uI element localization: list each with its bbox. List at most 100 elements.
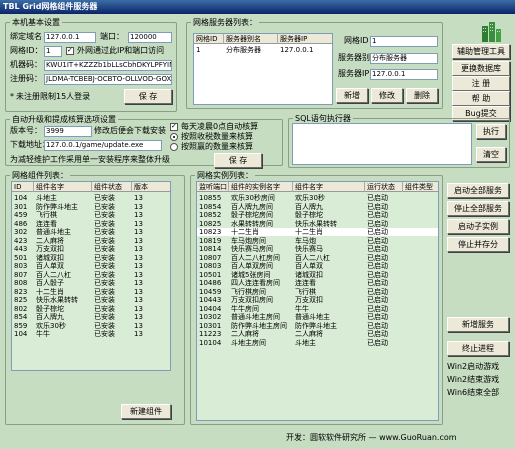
list-item[interactable]: 854 百人牌九 已安装 13 bbox=[12, 313, 170, 321]
end-process-button[interactable]: 终止进程 bbox=[447, 341, 509, 356]
allow-external-checkbox[interactable] bbox=[66, 46, 74, 55]
list-item[interactable]: 807 百人二八杠 已安装 13 bbox=[12, 271, 170, 279]
table-row[interactable]: 10855 欢乐30秒房间 欢乐30秒 已启动 bbox=[197, 194, 438, 202]
list-item[interactable]: 825 快乐水果转转 已安装 13 bbox=[12, 296, 170, 304]
help-button[interactable]: 帮 助 bbox=[452, 91, 510, 106]
win2-start-link[interactable]: Win2启动游戏 bbox=[447, 362, 499, 372]
list-item[interactable]: 803 百人单双 已安装 13 bbox=[12, 262, 170, 270]
grid-server-legend: 网格服务器列表： bbox=[193, 18, 257, 27]
list-item[interactable]: 859 欢乐30秒 已安装 13 bbox=[12, 322, 170, 330]
col-comp-type[interactable]: 组件类型 bbox=[403, 182, 438, 192]
port-input[interactable]: 120000 bbox=[128, 32, 172, 43]
list-item[interactable]: 501 诸城双扣 已安装 13 bbox=[12, 254, 170, 262]
sql-execute-button[interactable]: 执行 bbox=[476, 124, 506, 139]
cell-comp-name: 诸城双扣 bbox=[295, 270, 323, 279]
server-add-button[interactable]: 新增 bbox=[336, 88, 368, 103]
table-row[interactable]: 10459 飞行棋房间 飞行棋 已启动 bbox=[197, 288, 438, 296]
col-instance-name[interactable]: 组件的实例名字 bbox=[229, 182, 293, 192]
table-row[interactable]: 10301 防作弊斗地主房间 防作弊斗地主 已启动 bbox=[197, 322, 438, 330]
sql-clear-button[interactable]: 清空 bbox=[476, 147, 506, 162]
title-bar: TBL Grid网格组件服务器 bbox=[0, 0, 515, 14]
cell-comp-name: 十二生肖 bbox=[295, 228, 323, 236]
new-service-button[interactable]: 新增服务 bbox=[447, 317, 509, 332]
start-instance-button[interactable]: 启动子实例 bbox=[447, 219, 509, 234]
list-item[interactable]: 104 斗地主 已安装 13 bbox=[12, 194, 170, 202]
col-comp-name[interactable]: 组件名字 bbox=[293, 182, 365, 192]
server-ip-input[interactable]: 127.0.0.1 bbox=[370, 69, 438, 80]
col-id[interactable]: ID bbox=[12, 182, 34, 192]
tax-count-radio[interactable] bbox=[170, 133, 178, 141]
list-item[interactable]: 301 防作弊斗地主 已安装 13 bbox=[12, 203, 170, 211]
list-item[interactable]: 802 骰子棕坨 已安装 13 bbox=[12, 305, 170, 313]
col-run-status[interactable]: 运行状态 bbox=[365, 182, 403, 192]
list-item[interactable]: 459 飞行棋 已安装 13 bbox=[12, 211, 170, 219]
helper-tools-button[interactable]: 辅助管理工具 bbox=[452, 44, 510, 59]
server-id-input[interactable]: 1 bbox=[370, 36, 438, 47]
bind-domain-input[interactable]: 127.0.0.1 bbox=[44, 32, 96, 43]
stop-save-button[interactable]: 停止并存分 bbox=[447, 237, 509, 252]
basic-save-button[interactable]: 保 存 bbox=[124, 89, 172, 104]
server-delete-button[interactable]: 删除 bbox=[406, 88, 438, 103]
win-end-all-link[interactable]: Win6结束全部 bbox=[447, 388, 499, 398]
col-alias[interactable]: 服务器别名 bbox=[224, 34, 278, 44]
server-alias-input[interactable]: 分布服务器 bbox=[370, 53, 438, 64]
col-port[interactable]: 监听端口 bbox=[197, 182, 229, 192]
table-row[interactable]: 10803 百人单双房间 百人单双 已启动 bbox=[197, 262, 438, 270]
cell-version: 13 bbox=[134, 253, 143, 262]
table-row[interactable]: 10486 四人连连看房间 连连看 已启动 bbox=[197, 279, 438, 287]
table-row[interactable]: 11223 二人麻将 二人麻将 已启动 bbox=[197, 330, 438, 338]
table-row[interactable]: 10823 十二生肖 十二生肖 已启动 bbox=[197, 228, 438, 236]
table-row[interactable]: 10404 牛牛房间 牛牛 已启动 bbox=[197, 305, 438, 313]
grid-id-input[interactable]: 1 bbox=[44, 46, 62, 57]
table-row[interactable]: 10104 斗地主房间 斗地主 已启动 bbox=[197, 339, 438, 347]
table-row[interactable]: 10302 普通斗地主房间 普通斗地主 已启动 bbox=[197, 313, 438, 321]
cell-alias: 分布服务器 bbox=[226, 46, 261, 54]
cell-id: 486 bbox=[14, 219, 28, 228]
instance-list[interactable]: 监听端口 组件的实例名字 组件名字 运行状态 组件类型 10855 欢乐30秒房间… bbox=[196, 181, 439, 421]
register-button[interactable]: 注 册 bbox=[452, 76, 510, 91]
grid-server-list[interactable]: 网格ID 服务器别名 服务器IP 1 分布服务器 127.0.0.1 bbox=[193, 33, 333, 105]
table-row[interactable]: 1 分布服务器 127.0.0.1 bbox=[194, 46, 332, 54]
cell-id: 302 bbox=[14, 228, 28, 236]
reg-code-input[interactable]: JLDMA-TCBEBJ-OCBTO-OLLVOD-GOXBD bbox=[44, 74, 172, 85]
list-item[interactable]: 823 十二生肖 已安装 13 bbox=[12, 288, 170, 296]
update-save-button[interactable]: 保 存 bbox=[214, 153, 262, 168]
table-row[interactable]: 10807 百人二八杠房间 百人二八杠 已启动 bbox=[197, 254, 438, 262]
list-item[interactable]: 808 百人骰子 已安装 13 bbox=[12, 279, 170, 287]
list-item[interactable]: 104 牛牛 已安装 13 bbox=[12, 330, 170, 338]
table-row[interactable]: 10814 快乐赛马房间 快乐赛马 已启动 bbox=[197, 245, 438, 253]
update-settings-legend: 自动升级和提成核算选项设置 bbox=[12, 115, 116, 124]
cell-comp-name: 快乐水果转转 bbox=[295, 219, 337, 228]
version-input[interactable]: 3999 bbox=[44, 126, 92, 137]
table-row[interactable]: 10501 诸城5张房间 诸城双扣 已启动 bbox=[197, 271, 438, 279]
table-row[interactable]: 10854 百人牌九房间 百人牌九 已启动 bbox=[197, 203, 438, 211]
list-item[interactable]: 486 连连看 已安装 13 bbox=[12, 220, 170, 228]
table-row[interactable]: 10443 万支双扣房间 万支双扣 已启动 bbox=[197, 296, 438, 304]
col-grid-id[interactable]: 网格ID bbox=[194, 34, 224, 44]
stop-all-button[interactable]: 停止全部服务 bbox=[447, 201, 509, 216]
col-component-name[interactable]: 组件名字 bbox=[34, 182, 92, 192]
server-edit-button[interactable]: 修改 bbox=[371, 88, 403, 103]
list-item[interactable]: 423 二人麻将 已安装 13 bbox=[12, 237, 170, 245]
change-database-button[interactable]: 更换数据库 bbox=[452, 61, 510, 76]
cell-grid-id: 1 bbox=[196, 46, 201, 54]
cell-component-name: 牛牛 bbox=[36, 330, 50, 338]
win2-end-link[interactable]: Win2结束游戏 bbox=[447, 375, 499, 385]
col-ip[interactable]: 服务器IP bbox=[278, 34, 332, 44]
daily-calc-checkbox[interactable] bbox=[170, 122, 178, 131]
start-all-button[interactable]: 启动全部服务 bbox=[447, 183, 509, 198]
sql-input[interactable] bbox=[292, 123, 472, 165]
col-component-status[interactable]: 组件状态 bbox=[92, 182, 132, 192]
win-count-radio[interactable] bbox=[170, 143, 178, 151]
col-version[interactable]: 版本 bbox=[132, 182, 170, 192]
machine-code-input[interactable]: KWU1IT+KZZZb1bLLsCbhDKYLPFYIMPTXE bbox=[44, 60, 172, 71]
list-item[interactable]: 302 普通斗地主 已安装 13 bbox=[12, 228, 170, 236]
component-list[interactable]: ID 组件名字 组件状态 版本 104 斗地主 已安装 13 301 防作弊斗地主 已安装 1… bbox=[11, 181, 171, 371]
port-label: 端口： bbox=[100, 32, 124, 41]
list-item[interactable]: 443 万支双扣 已安装 13 bbox=[12, 245, 170, 253]
table-row[interactable]: 10819 车马炮房间 车马炮 已启动 bbox=[197, 237, 438, 245]
new-component-button[interactable]: 新建组件 bbox=[121, 404, 171, 419]
table-row[interactable]: 10852 骰子棕坨房间 骰子棕坨 已启动 bbox=[197, 211, 438, 219]
download-url-input[interactable]: 127.0.0.1/game/update.exe bbox=[44, 140, 162, 151]
table-row[interactable]: 10825 水果转转房间 快乐水果转转 已启动 bbox=[197, 220, 438, 228]
